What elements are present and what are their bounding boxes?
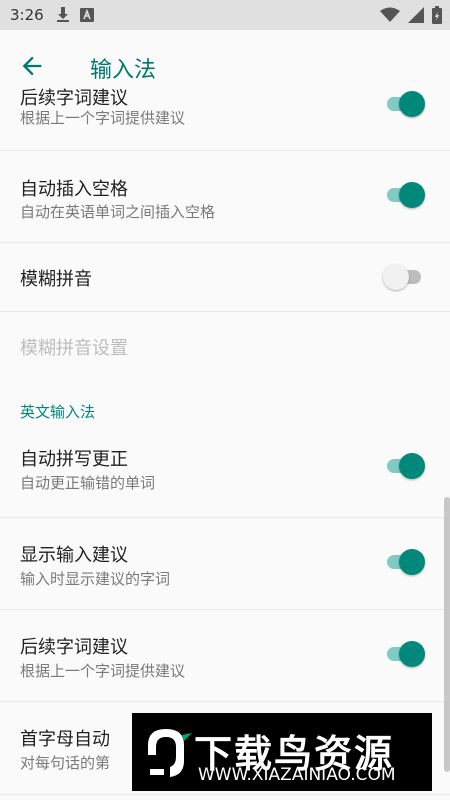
watermark: 下载鸟资源 WWW.XIAZAINIAO.COM [132,713,432,791]
setting-show-suggestions[interactable]: 显示输入建议 输入时显示建议的字词 [0,518,450,610]
setting-title: 自动插入空格 [20,179,128,200]
status-left-icons [56,7,94,23]
setting-auto-correct[interactable]: 自动拼写更正 自动更正输错的单词 [0,434,450,518]
auto-correct-toggle[interactable] [383,450,425,482]
fuzzy-pinyin-toggle[interactable] [383,261,425,293]
status-right-icons [380,6,442,24]
watermark-url: WWW.XIAZAINIAO.COM [198,765,396,785]
setting-title: 模糊拼音 [20,269,92,290]
setting-subtitle: 根据上一个字词提供建议 [20,109,186,127]
setting-subtitle: 自动更正输错的单词 [20,474,156,492]
auto-space-toggle[interactable] [383,179,425,211]
setting-subtitle: 对每句话的第 [20,754,111,772]
settings-list: 后续字词建议 根据上一个字词提供建议 自动插入空格 自动在英语单词之间插入空格 … [0,88,450,795]
back-button[interactable] [18,52,46,80]
show-suggestions-toggle[interactable] [383,546,425,578]
scrollbar[interactable] [444,497,450,772]
next-word-toggle-top[interactable] [383,88,425,120]
setting-title: 自动拼写更正 [20,449,128,470]
setting-fuzzy-pinyin[interactable]: 模糊拼音 [0,243,450,312]
battery-icon [432,6,442,24]
status-time: 3:26 [10,6,44,24]
setting-fuzzy-pinyin-settings[interactable]: 模糊拼音设置 英文输入法 [0,312,450,434]
setting-title: 首字母自动 [20,729,110,750]
status-bar: 3:26 [0,0,450,30]
setting-auto-space[interactable]: 自动插入空格 自动在英语单词之间插入空格 [0,151,450,243]
page-title: 输入法 [90,58,157,83]
section-header-english: 英文输入法 [20,403,96,421]
setting-subtitle: 自动在英语单词之间插入空格 [20,203,216,221]
setting-subtitle: 输入时显示建议的字词 [20,570,171,588]
screen: 3:26 输入法 后续字词建议 根据上一个字词提供建议 自动插入空格 自动在英语… [0,0,450,800]
a-letter-icon [80,8,94,22]
setting-next-word-top[interactable]: 后续字词建议 根据上一个字词提供建议 [0,88,450,151]
fuzzy-pinyin-settings-label: 模糊拼音设置 [20,338,128,359]
next-word-toggle[interactable] [383,638,425,670]
cellular-icon [408,7,424,23]
bird-logo-icon [148,729,192,777]
setting-next-word[interactable]: 后续字词建议 根据上一个字词提供建议 [0,610,450,702]
wifi-icon [380,7,400,22]
download-icon [57,7,69,22]
arrow-back-icon [22,56,42,76]
setting-subtitle: 根据上一个字词提供建议 [20,662,186,680]
setting-title: 显示输入建议 [20,545,128,566]
setting-title: 后续字词建议 [20,637,128,658]
